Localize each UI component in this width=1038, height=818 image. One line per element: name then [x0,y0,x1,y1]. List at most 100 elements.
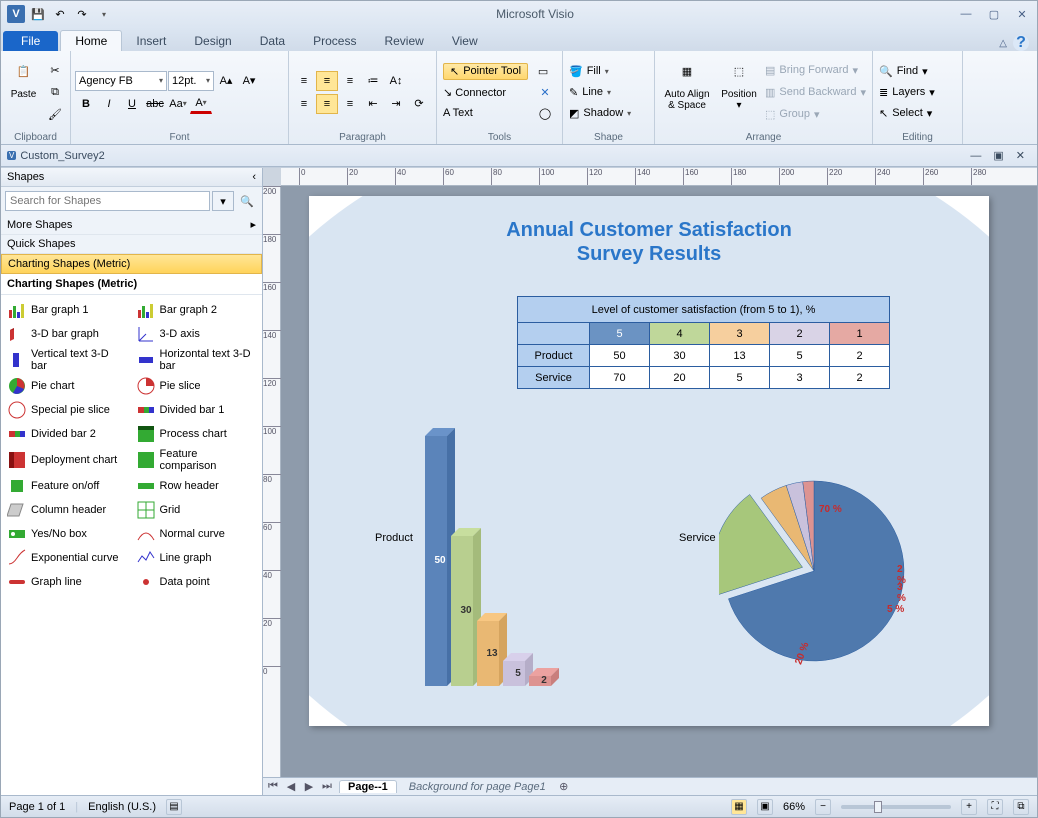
paste-button[interactable]: 📋 Paste [5,53,42,131]
grow-font-icon[interactable]: A▴ [215,71,237,91]
zoom-level[interactable]: 66% [783,801,805,813]
line-button[interactable]: ✎ Line ▾ [567,82,650,102]
ellipse-tool-icon[interactable]: ◯ [534,103,556,123]
stencil-item[interactable]: Horizontal text 3-D bar [134,347,259,373]
minimize-icon[interactable]: — [957,7,975,21]
prev-page-icon[interactable]: ◀ [285,780,297,793]
indent-dec-icon[interactable]: ⇤ [362,94,384,114]
font-color-button[interactable]: A▾ [190,94,212,114]
tab-insert[interactable]: Insert [122,31,180,51]
stencil-item[interactable]: Divided bar 1 [134,399,259,421]
indent-inc-icon[interactable]: ⇥ [385,94,407,114]
connector-tool-button[interactable]: ↘ Connector [443,86,506,99]
underline-button[interactable]: U [121,94,143,114]
align-right-icon[interactable]: ≡ [339,94,361,114]
more-shapes-row[interactable]: More Shapes▸ [1,215,262,235]
tab-process[interactable]: Process [299,31,370,51]
stencil-item[interactable]: 3-D axis [134,323,259,345]
collapse-icon[interactable]: ‹ [252,171,256,183]
rect-tool-icon[interactable]: ▭ [532,61,554,81]
position-button[interactable]: ⬚ Position▾ [717,53,761,131]
align-mid-icon[interactable]: ≡ [316,71,338,91]
drawing-page[interactable]: Annual Customer SatisfactionSurvey Resul… [309,196,989,726]
macro-icon[interactable]: ▤ [166,799,182,815]
stencil-item[interactable]: Yes/No box [5,523,130,545]
stencil-item[interactable]: Process chart [134,423,259,445]
stencil-item[interactable]: Grid [134,499,259,521]
search-dropdown-icon[interactable]: ▾ [212,191,234,211]
rotate-text-icon[interactable]: ⟳ [408,94,430,114]
align-bot-icon[interactable]: ≡ [339,71,361,91]
first-page-icon[interactable]: ⏮ [267,780,279,793]
connection-point-icon[interactable]: ✕ [534,82,556,102]
save-icon[interactable]: 💾 [29,5,47,23]
font-name-select[interactable]: Agency FB▾ [75,71,167,91]
stencil-item[interactable]: Line graph [134,547,259,569]
text-tool-button[interactable]: A Text [443,107,473,119]
qat-dropdown-icon[interactable]: ▾ [95,5,113,23]
presentation-icon[interactable]: ▦ [731,799,747,815]
search-icon[interactable]: 🔍 [236,191,258,211]
stencil-item[interactable]: 3-D bar graph [5,323,130,345]
cut-icon[interactable]: ✂ [44,60,66,80]
align-center-icon[interactable]: ≡ [316,94,338,114]
tab-design[interactable]: Design [180,31,245,51]
undo-icon[interactable]: ↶ [51,5,69,23]
tab-file[interactable]: File [3,31,58,51]
tab-data[interactable]: Data [246,31,299,51]
tab-review[interactable]: Review [370,31,437,51]
select-button[interactable]: ↖ Select ▾ [877,103,958,123]
stencil-item[interactable]: Pie chart [5,375,130,397]
doc-close-icon[interactable]: ✕ [1016,149,1025,162]
strike-button[interactable]: abc [144,94,166,114]
next-page-icon[interactable]: ▶ [303,780,315,793]
shrink-font-icon[interactable]: A▾ [238,71,260,91]
stencil-item[interactable]: Special pie slice [5,399,130,421]
text-dir-icon[interactable]: A↕ [385,71,407,91]
minimize-ribbon-icon[interactable]: △ [999,38,1007,49]
stencil-item[interactable]: Column header [5,499,130,521]
bold-button[interactable]: B [75,94,97,114]
stencil-item[interactable]: Data point [134,571,259,593]
stencil-item[interactable]: Bar graph 2 [134,299,259,321]
tab-home[interactable]: Home [60,30,122,51]
format-painter-icon[interactable]: 🖌 [44,104,66,124]
font-size-select[interactable]: 12pt.▾ [168,71,214,91]
doc-minimize-icon[interactable]: — [970,150,981,162]
find-button[interactable]: 🔍 Find ▾ [877,61,958,81]
stencil-item[interactable]: Feature comparison [134,447,259,473]
italic-button[interactable]: I [98,94,120,114]
tab-view[interactable]: View [438,31,492,51]
fill-button[interactable]: 🪣 Fill ▾ [567,61,650,81]
stencil-item[interactable]: Vertical text 3-D bar [5,347,130,373]
align-top-icon[interactable]: ≡ [293,71,315,91]
maximize-icon[interactable]: ▢ [985,7,1003,21]
language-indicator[interactable]: English (U.S.) [88,801,156,813]
case-button[interactable]: Aa▾ [167,94,189,114]
new-page-icon[interactable]: ⊕ [558,780,570,793]
switch-windows-icon[interactable]: ⧉ [1013,799,1029,815]
align-left-icon[interactable]: ≡ [293,94,315,114]
close-icon[interactable]: ✕ [1013,7,1031,21]
stencil-item[interactable]: Exponential curve [5,547,130,569]
stencil-item[interactable]: Deployment chart [5,447,130,473]
help-icon[interactable]: ? [1013,35,1029,51]
group-button[interactable]: ⬚ Group ▾ [763,104,868,124]
redo-icon[interactable]: ↷ [73,5,91,23]
doc-restore-icon[interactable]: ▣ [993,149,1003,162]
bullets-icon[interactable]: ≔ [362,71,384,91]
layers-button[interactable]: ≣ Layers ▾ [877,82,958,102]
zoom-in-icon[interactable]: + [961,799,977,815]
bring-forward-button[interactable]: ▤ Bring Forward ▾ [763,60,868,80]
stencil-item[interactable]: Bar graph 1 [5,299,130,321]
zoom-slider[interactable] [841,805,951,809]
pointer-tool-button[interactable]: ↖Pointer Tool [443,63,528,80]
shapes-search-input[interactable] [5,191,210,211]
page-tab-bg[interactable]: Background for page Page1 [403,781,552,793]
shadow-button[interactable]: ◩ Shadow ▾ [567,103,650,123]
stencil-item[interactable]: Divided bar 2 [5,423,130,445]
quick-shapes-row[interactable]: Quick Shapes [1,235,262,254]
fit-page-icon[interactable]: ⛶ [987,799,1003,815]
fullscreen-icon[interactable]: ▣ [757,799,773,815]
zoom-out-icon[interactable]: − [815,799,831,815]
